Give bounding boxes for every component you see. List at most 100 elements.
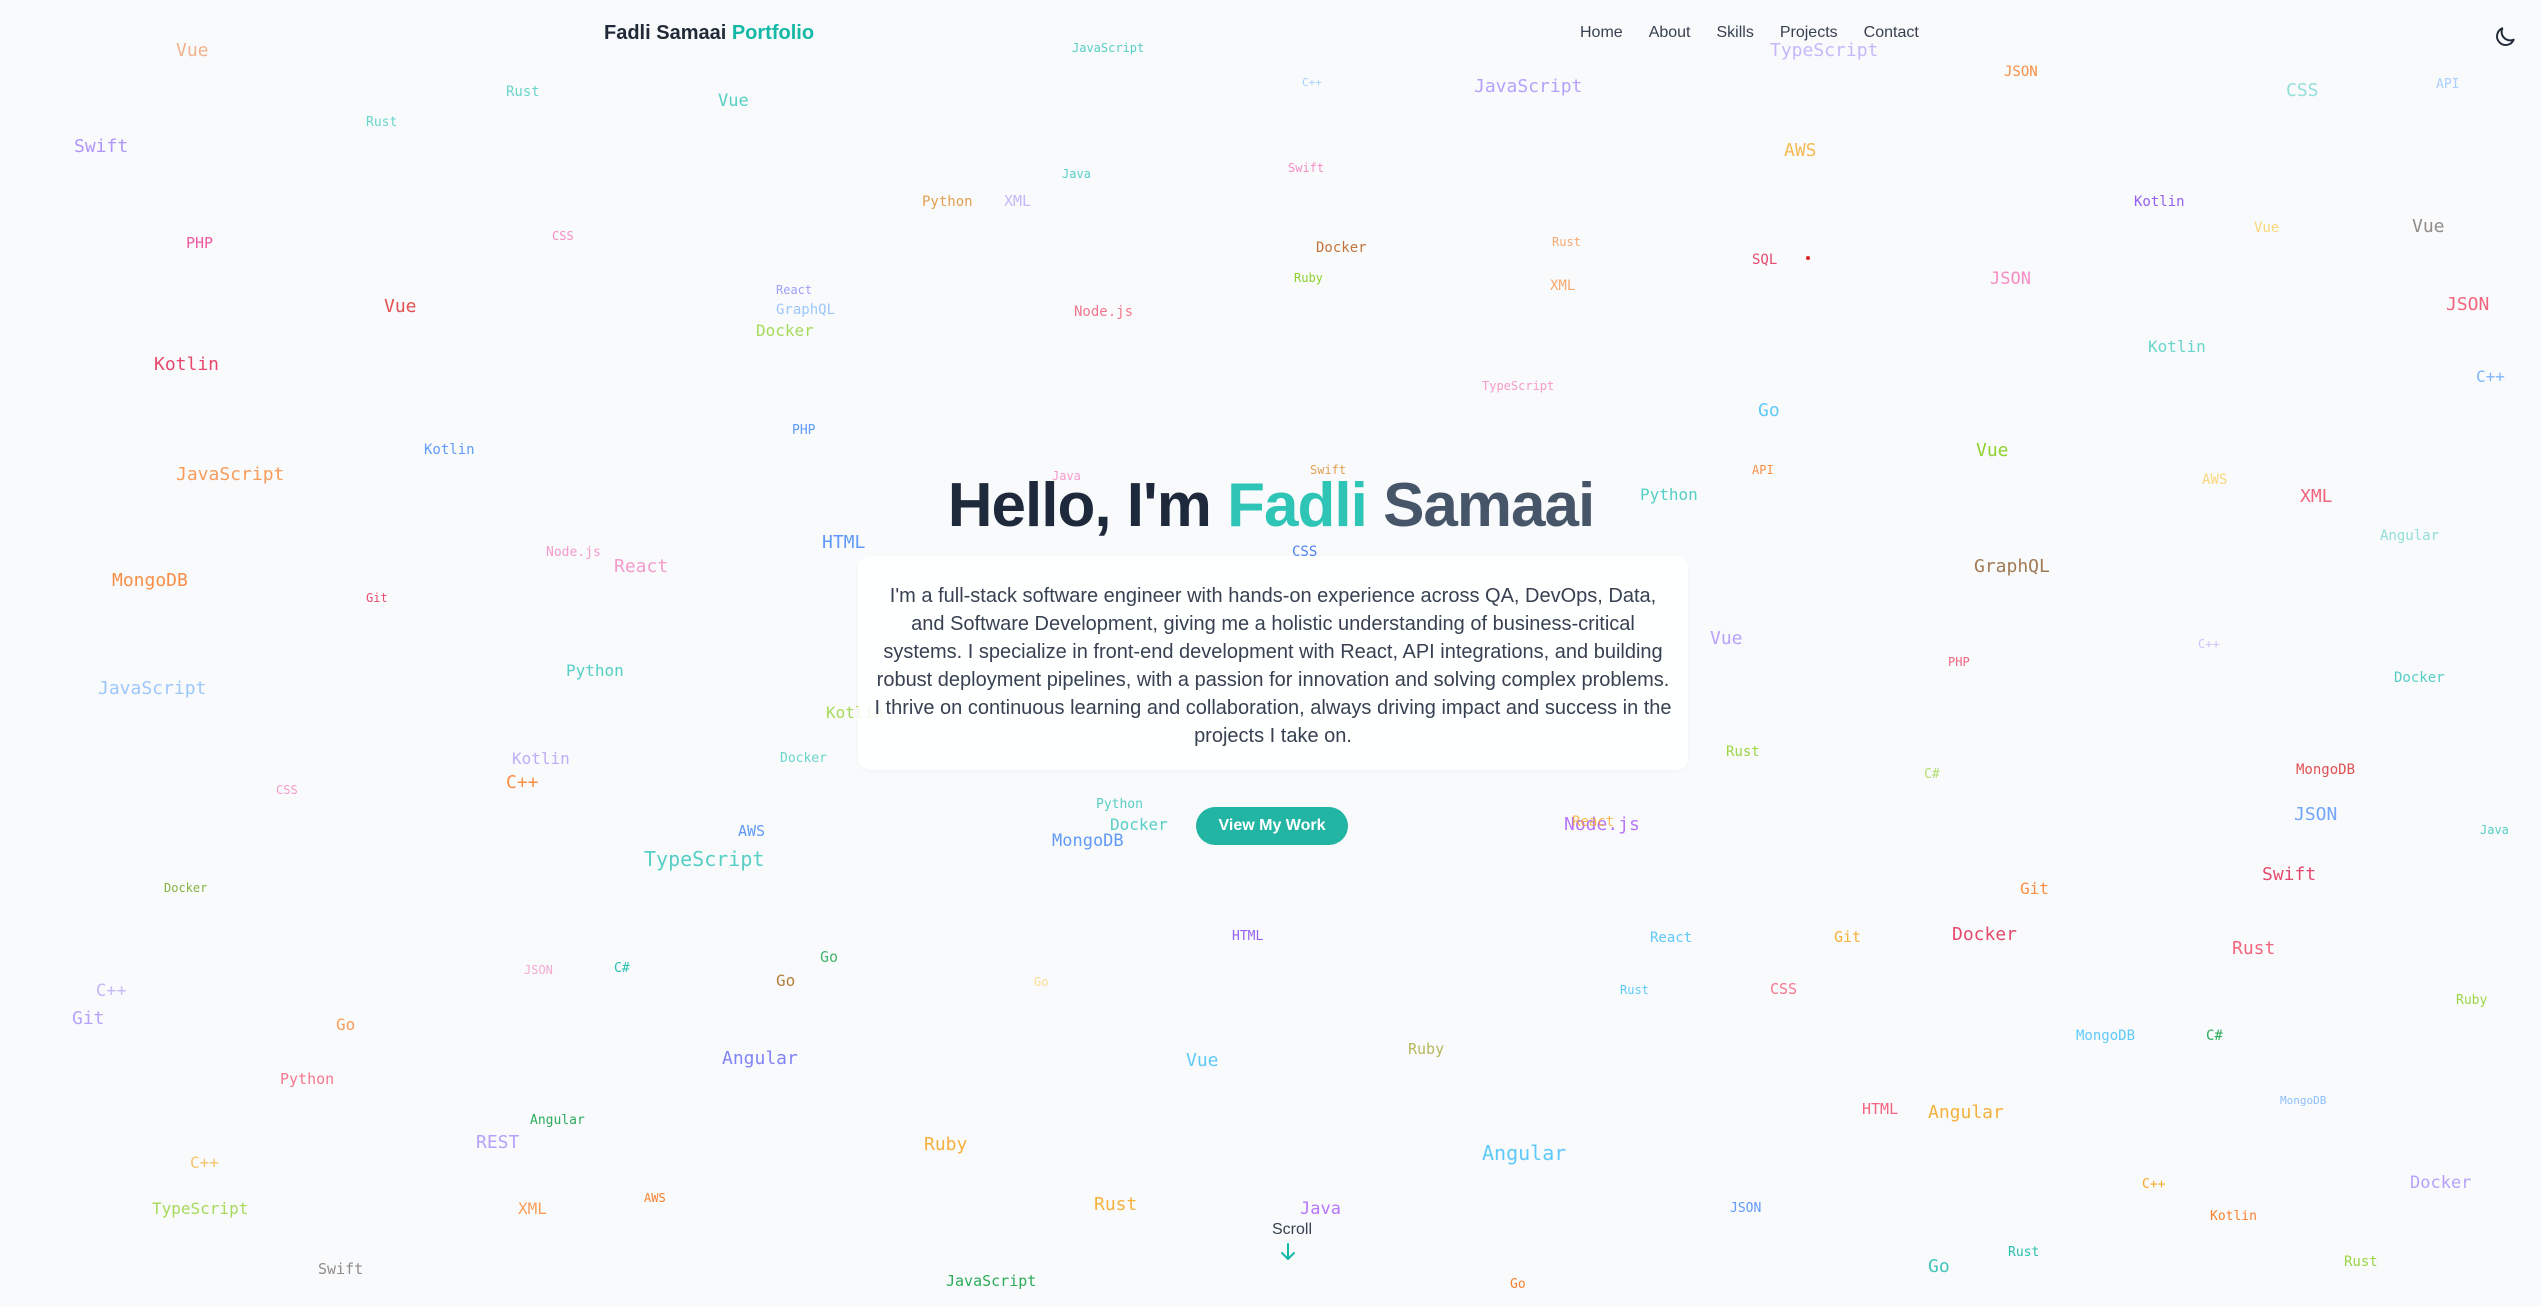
floating-word: React	[776, 283, 812, 297]
floating-word: C++	[2198, 637, 2220, 651]
floating-word: MongoDB	[1052, 831, 1124, 851]
floating-word: Rust	[1726, 744, 1760, 760]
floating-word: CSS	[552, 229, 574, 243]
floating-word: Ruby	[1294, 271, 1323, 285]
floating-word: Node.js	[1074, 304, 1133, 320]
floating-word: JSON	[2446, 294, 2489, 315]
brand-name: Fadli Samaai	[604, 22, 727, 44]
floating-word: Kotlin	[2210, 1209, 2257, 1224]
hero-first-name: Fadli	[1227, 471, 1368, 540]
brand-accent: Portfolio	[731, 22, 815, 44]
floating-word: Docker	[1952, 924, 2017, 945]
floating-word: GraphQL	[1974, 556, 2050, 577]
floating-word: C++	[96, 981, 127, 1001]
nav-link-contact[interactable]: Contact	[1864, 24, 1919, 42]
floating-word: GraphQL	[776, 302, 835, 318]
floating-word: Vue	[1976, 440, 2009, 461]
floating-word: Rust	[506, 84, 540, 100]
floating-word: Vue	[2412, 216, 2445, 237]
floating-word: Python	[1096, 797, 1143, 812]
floating-word: MongoDB	[112, 570, 188, 591]
floating-word: Docker	[164, 881, 207, 895]
floating-word: Rust	[2008, 1245, 2039, 1260]
floating-word: Java	[1300, 1199, 1341, 1219]
floating-word: Ruby	[924, 1134, 968, 1155]
floating-word: Kotlin	[2134, 194, 2185, 210]
floating-word: Swift	[318, 1260, 363, 1278]
scroll-label: Scroll	[1272, 1221, 1313, 1238]
floating-word: AWS	[644, 1191, 666, 1205]
floating-word: Go	[820, 948, 838, 966]
hero-greeting: Hello, I'm	[947, 471, 1212, 540]
floating-word: AWS	[1784, 140, 1817, 161]
floating-word: Rust	[1552, 235, 1581, 249]
floating-word: JavaScript	[1072, 41, 1144, 55]
floating-word: Python	[566, 661, 624, 680]
floating-word: Docker	[2394, 670, 2445, 686]
floating-word: Go	[336, 1015, 355, 1034]
floating-word: Ruby	[2456, 993, 2487, 1008]
floating-word: Kotlin	[2148, 337, 2206, 356]
floating-word: JavaScript	[946, 1272, 1036, 1290]
floating-word: JSON	[2004, 64, 2038, 80]
floating-word: Angular	[722, 1048, 798, 1069]
floating-word: Docker	[2410, 1173, 2471, 1193]
floating-word: C#	[2206, 1028, 2223, 1044]
floating-word: Vue	[2254, 220, 2279, 236]
floating-word: TypeScript	[1770, 40, 1878, 61]
floating-word: Angular	[1928, 1102, 2004, 1123]
floating-word: Vue	[1710, 628, 1743, 649]
bio-text: I'm a full-stack software engineer with …	[874, 585, 1672, 747]
floating-word: Swift	[2262, 864, 2316, 885]
floating-word: Vue	[176, 40, 209, 61]
floating-word: JSON	[1730, 1201, 1761, 1216]
floating-word: C++	[2476, 367, 2505, 386]
moon-icon[interactable]	[2492, 24, 2518, 50]
nav-link-skills[interactable]: Skills	[1717, 24, 1754, 42]
hero-heading: Hello, I'm Fadli Samaai	[0, 470, 2542, 541]
floating-word: SQL	[1752, 252, 1777, 268]
arrow-down-icon[interactable]	[1279, 1242, 1297, 1262]
floating-word: TypeScript	[644, 847, 764, 871]
floating-word: Kotlin	[512, 749, 570, 768]
floating-word: Rust	[2344, 1254, 2378, 1270]
main-nav: Home About Skills Projects Contact	[1580, 24, 1945, 42]
floating-word: React	[1572, 814, 1614, 830]
floating-word: Rust	[1620, 983, 1649, 997]
floating-word: Rust	[2232, 938, 2275, 959]
floating-word: MongoDB	[2296, 762, 2355, 778]
floating-word: Git	[72, 1008, 105, 1029]
floating-word: CSS	[1770, 980, 1797, 998]
floating-word: JSON	[524, 963, 553, 977]
floating-word: XML	[1550, 278, 1575, 294]
floating-word: CSS	[2286, 80, 2319, 101]
floating-word: Go	[1510, 1277, 1526, 1292]
floating-word: REST	[476, 1132, 520, 1153]
floating-word: Go	[1758, 400, 1780, 421]
floating-word: Angular	[1482, 1141, 1566, 1165]
floating-word: HTML	[1862, 1100, 1898, 1118]
floating-word: Node.js	[546, 545, 601, 560]
floating-word: PHP	[792, 423, 816, 438]
floating-word: AWS	[738, 822, 765, 840]
nav-link-projects[interactable]: Projects	[1780, 24, 1838, 42]
floating-word: C++	[506, 772, 539, 793]
floating-word: C++	[190, 1153, 219, 1172]
floating-word: C++	[2142, 1177, 2166, 1192]
nav-link-home[interactable]: Home	[1580, 24, 1623, 42]
floating-word: Ruby	[1408, 1040, 1444, 1058]
floating-word: Rust	[1094, 1194, 1137, 1215]
floating-word: Go	[1034, 975, 1048, 989]
floating-word: TypeScript	[152, 1199, 248, 1218]
brand-logo[interactable]: Fadli Samaai Portfolio	[604, 22, 814, 45]
nav-link-about[interactable]: About	[1649, 24, 1691, 42]
floating-word: Vue	[384, 296, 417, 317]
floating-word: Docker	[780, 751, 827, 766]
floating-word: Rust	[366, 115, 397, 130]
floating-word: JSON	[2294, 804, 2337, 825]
floating-word: Swift	[74, 136, 128, 157]
floating-word: React	[614, 556, 668, 577]
view-my-work-button[interactable]: View My Work	[1196, 807, 1348, 845]
floating-word: Vue	[718, 91, 749, 111]
floating-word: XML	[518, 1199, 547, 1218]
